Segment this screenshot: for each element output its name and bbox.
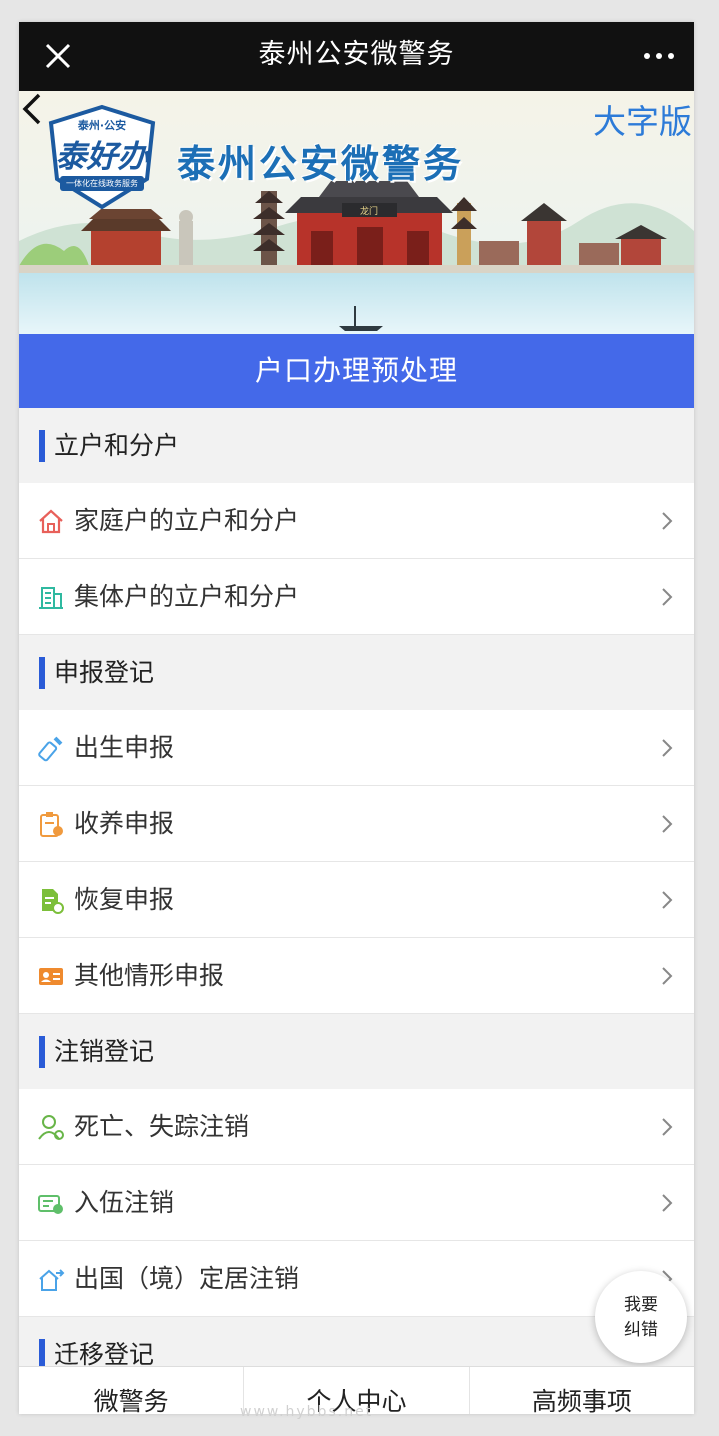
list-item[interactable]: 出生申报	[19, 710, 694, 786]
group-header: 注销登记	[19, 1014, 694, 1089]
list-item-label: 家庭户的立户和分户	[74, 506, 300, 535]
group-header: 立户和分户	[19, 408, 694, 483]
chevron-right-icon	[662, 739, 673, 757]
list-item[interactable]: 死亡、失踪注销	[19, 1089, 694, 1165]
baby-bottle-icon	[38, 736, 63, 762]
list-item-label: 入伍注销	[74, 1188, 175, 1217]
app-frame: 泰州公安微警务 龙门 泰州·公安 泰好办 一体化在线政务服务 泰州公安微警务 大…	[19, 22, 694, 1414]
house-out-icon	[39, 1269, 65, 1291]
group-header: 申报登记	[19, 635, 694, 710]
group-title: 申报登记	[54, 658, 155, 687]
chevron-right-icon	[662, 588, 673, 606]
report-error-line1: 我要	[624, 1295, 658, 1315]
back-arrow-icon[interactable]	[19, 91, 45, 127]
badge-main-text: 泰好办	[55, 139, 149, 175]
list-item-label: 出国（境）定居注销	[74, 1264, 300, 1293]
person-icon	[38, 1115, 64, 1140]
building-icon	[39, 587, 63, 609]
list-item[interactable]: 家庭户的立户和分户	[19, 483, 694, 559]
report-error-line2: 纠错	[624, 1320, 658, 1340]
group-marker	[39, 430, 45, 462]
list-item-label: 收养申报	[74, 809, 175, 838]
banner: 龙门 泰州·公安 泰好办 一体化在线政务服务 泰州公安微警务 大字版	[19, 91, 694, 334]
chevron-right-icon	[662, 815, 673, 833]
list-item[interactable]: 收养申报	[19, 786, 694, 862]
list-item[interactable]: 出国（境）定居注销	[19, 1241, 694, 1317]
title-bar: 泰州公安微警务	[19, 22, 694, 91]
list-item[interactable]: 集体户的立户和分户	[19, 559, 694, 635]
list-item[interactable]: 恢复申报	[19, 862, 694, 938]
chevron-right-icon	[662, 512, 673, 530]
tai-hao-ban-badge: 泰州·公安 泰好办 一体化在线政务服务	[43, 103, 161, 211]
clipboard-icon	[40, 812, 63, 837]
chevron-right-icon	[662, 967, 673, 985]
page-title: 户口办理预处理	[19, 334, 694, 408]
badge-sub-text: 一体化在线政务服务	[60, 176, 144, 191]
list-item-label: 集体户的立户和分户	[74, 582, 300, 611]
id-card-icon	[39, 968, 63, 985]
report-error-button[interactable]: 我要 纠错	[595, 1271, 687, 1363]
list-item-label: 恢复申报	[74, 885, 175, 914]
document-check-icon	[42, 889, 64, 914]
house-icon	[39, 509, 63, 534]
gate-plaque: 龙门	[360, 205, 378, 217]
tab-frequent-items[interactable]: 高频事项	[470, 1367, 694, 1414]
group-marker	[39, 657, 45, 689]
chevron-right-icon	[662, 1194, 673, 1212]
watermark: www.hybbs.net	[240, 1404, 374, 1420]
group-title: 注销登记	[54, 1037, 155, 1066]
service-list: 立户和分户 家庭户的立户和分户 集体户的立户和分户 申报登记 出生申报 收养申报…	[19, 408, 694, 1392]
list-item-label: 死亡、失踪注销	[74, 1112, 250, 1141]
list-item-label: 其他情形申报	[74, 961, 225, 990]
list-item-label: 出生申报	[74, 733, 175, 762]
group-title: 立户和分户	[54, 431, 180, 460]
window-title: 泰州公安微警务	[258, 39, 455, 70]
group-marker	[39, 1036, 45, 1068]
list-item[interactable]: 入伍注销	[19, 1165, 694, 1241]
big-font-toggle[interactable]: 大字版	[593, 95, 692, 143]
list-item[interactable]: 其他情形申报	[19, 938, 694, 1014]
more-dots-icon[interactable]	[642, 48, 676, 64]
soldier-card-icon	[38, 1195, 63, 1214]
chevron-right-icon	[662, 1118, 673, 1136]
banner-title: 泰州公安微警务	[177, 141, 465, 186]
chevron-right-icon	[662, 891, 673, 909]
tab-micro-police[interactable]: 微警务	[19, 1367, 245, 1414]
